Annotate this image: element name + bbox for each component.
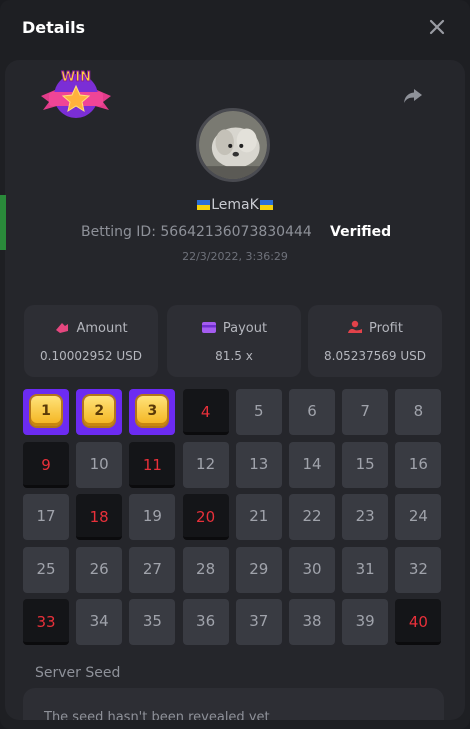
grid-cell-34[interactable]: 34 xyxy=(76,599,123,645)
grid-cell-22[interactable]: 22 xyxy=(289,494,335,540)
grid-cell-27[interactable]: 27 xyxy=(129,546,176,593)
grid-cell-29[interactable]: 29 xyxy=(235,546,282,593)
grid-cell-19[interactable]: 19 xyxy=(129,494,176,540)
gem-tile: 3 xyxy=(137,396,168,426)
grid-cell-40[interactable]: 40 xyxy=(395,599,442,645)
avatar[interactable] xyxy=(196,108,270,182)
grid-cell-7[interactable]: 7 xyxy=(342,389,389,435)
profit-icon xyxy=(348,320,363,333)
grid-cell-16[interactable]: 16 xyxy=(395,441,442,488)
grid-cell-11[interactable]: 11 xyxy=(129,441,176,488)
bet-date: 22/3/2022, 3:36:29 xyxy=(182,250,288,263)
server-seed-text: The seed hasn't been revealed yet xyxy=(44,710,270,720)
stat-profit: Profit 8.05237569 USD xyxy=(308,305,442,377)
details-modal: Details WIN LemaK Betting ID: 5664213607… xyxy=(0,0,470,729)
grid-cell-32[interactable]: 32 xyxy=(395,546,442,593)
wallet-icon xyxy=(201,322,216,333)
grid-cell-10[interactable]: 10 xyxy=(76,441,123,488)
stat-value: 8.05237569 USD xyxy=(324,349,426,363)
close-icon[interactable] xyxy=(426,16,448,38)
grid-cell-21[interactable]: 21 xyxy=(235,494,282,540)
ukraine-flag-icon xyxy=(259,200,273,210)
grid-cell-25[interactable]: 25 xyxy=(23,546,69,593)
grid-cell-30[interactable]: 30 xyxy=(289,546,335,593)
grid-cell-35[interactable]: 35 xyxy=(129,599,176,645)
grid-cell-33[interactable]: 33 xyxy=(23,599,69,645)
gem-tile: 2 xyxy=(84,396,115,426)
server-seed-label: Server Seed xyxy=(35,665,121,681)
grid-cell-38[interactable]: 38 xyxy=(289,599,335,645)
stat-label: Profit xyxy=(369,321,403,336)
gem-tile: 1 xyxy=(31,396,61,426)
grid-cell-4[interactable]: 4 xyxy=(182,389,229,435)
bet-details-panel: WIN LemaK Betting ID: 56642136073830444 … xyxy=(5,60,465,720)
share-icon[interactable] xyxy=(401,84,425,108)
grid-cell-14[interactable]: 14 xyxy=(289,441,335,488)
verified-badge: Verified xyxy=(330,224,392,240)
grid-cell-24[interactable]: 24 xyxy=(395,494,442,540)
grid-cell-36[interactable]: 36 xyxy=(182,599,229,645)
stat-label: Payout xyxy=(222,321,268,336)
grid-cell-13[interactable]: 13 xyxy=(235,441,282,488)
betting-id: Betting ID: 56642136073830444 xyxy=(81,224,312,240)
ukraine-flag-icon xyxy=(197,200,211,210)
grid-cell-39[interactable]: 39 xyxy=(342,599,389,645)
grid-cell-9[interactable]: 9 xyxy=(23,441,69,488)
stat-label: Amount xyxy=(76,321,128,336)
grid-cell-31[interactable]: 31 xyxy=(342,546,389,593)
server-seed-field[interactable]: The seed hasn't been revealed yet xyxy=(23,688,444,720)
betting-id-value: 56642136073830444 xyxy=(160,224,312,240)
dog-photo xyxy=(199,111,267,179)
betting-id-label: Betting ID: xyxy=(81,224,156,240)
win-badge-icon: WIN xyxy=(41,70,111,118)
stat-payout: Payout 81.5 x xyxy=(167,305,301,377)
grid-cell-28[interactable]: 28 xyxy=(182,546,229,593)
grid-cell-12[interactable]: 12 xyxy=(182,441,229,488)
svg-text:WIN: WIN xyxy=(61,70,91,85)
grid-cell-3[interactable]: 3 xyxy=(129,389,176,435)
number-grid: 1 2 3 4 5 6 7 8 9 10 11 12 13 14 15 16 17 18 19 20 21 22 23 24 2… xyxy=(23,389,447,649)
modal-title: Details xyxy=(22,18,86,37)
grid-cell-37[interactable]: 37 xyxy=(235,599,282,645)
grid-cell-8[interactable]: 8 xyxy=(395,389,442,435)
grid-cell-20[interactable]: 20 xyxy=(182,494,229,540)
grid-cell-23[interactable]: 23 xyxy=(342,494,389,540)
stat-value: 81.5 x xyxy=(215,349,253,363)
stat-value: 0.10002952 USD xyxy=(40,349,142,363)
grid-cell-17[interactable]: 17 xyxy=(23,494,69,540)
grid-cell-1[interactable]: 1 xyxy=(23,389,69,435)
grid-cell-18[interactable]: 18 xyxy=(76,494,123,540)
username-text: LemaK xyxy=(211,197,259,213)
grid-cell-5[interactable]: 5 xyxy=(235,389,282,435)
amount-icon xyxy=(56,323,69,333)
stat-amount: Amount 0.10002952 USD xyxy=(24,305,158,377)
background-strip xyxy=(0,195,6,250)
grid-cell-26[interactable]: 26 xyxy=(76,546,123,593)
grid-cell-15[interactable]: 15 xyxy=(342,441,389,488)
username[interactable]: LemaK xyxy=(5,197,465,213)
grid-cell-6[interactable]: 6 xyxy=(289,389,335,435)
grid-cell-2[interactable]: 2 xyxy=(76,389,123,435)
